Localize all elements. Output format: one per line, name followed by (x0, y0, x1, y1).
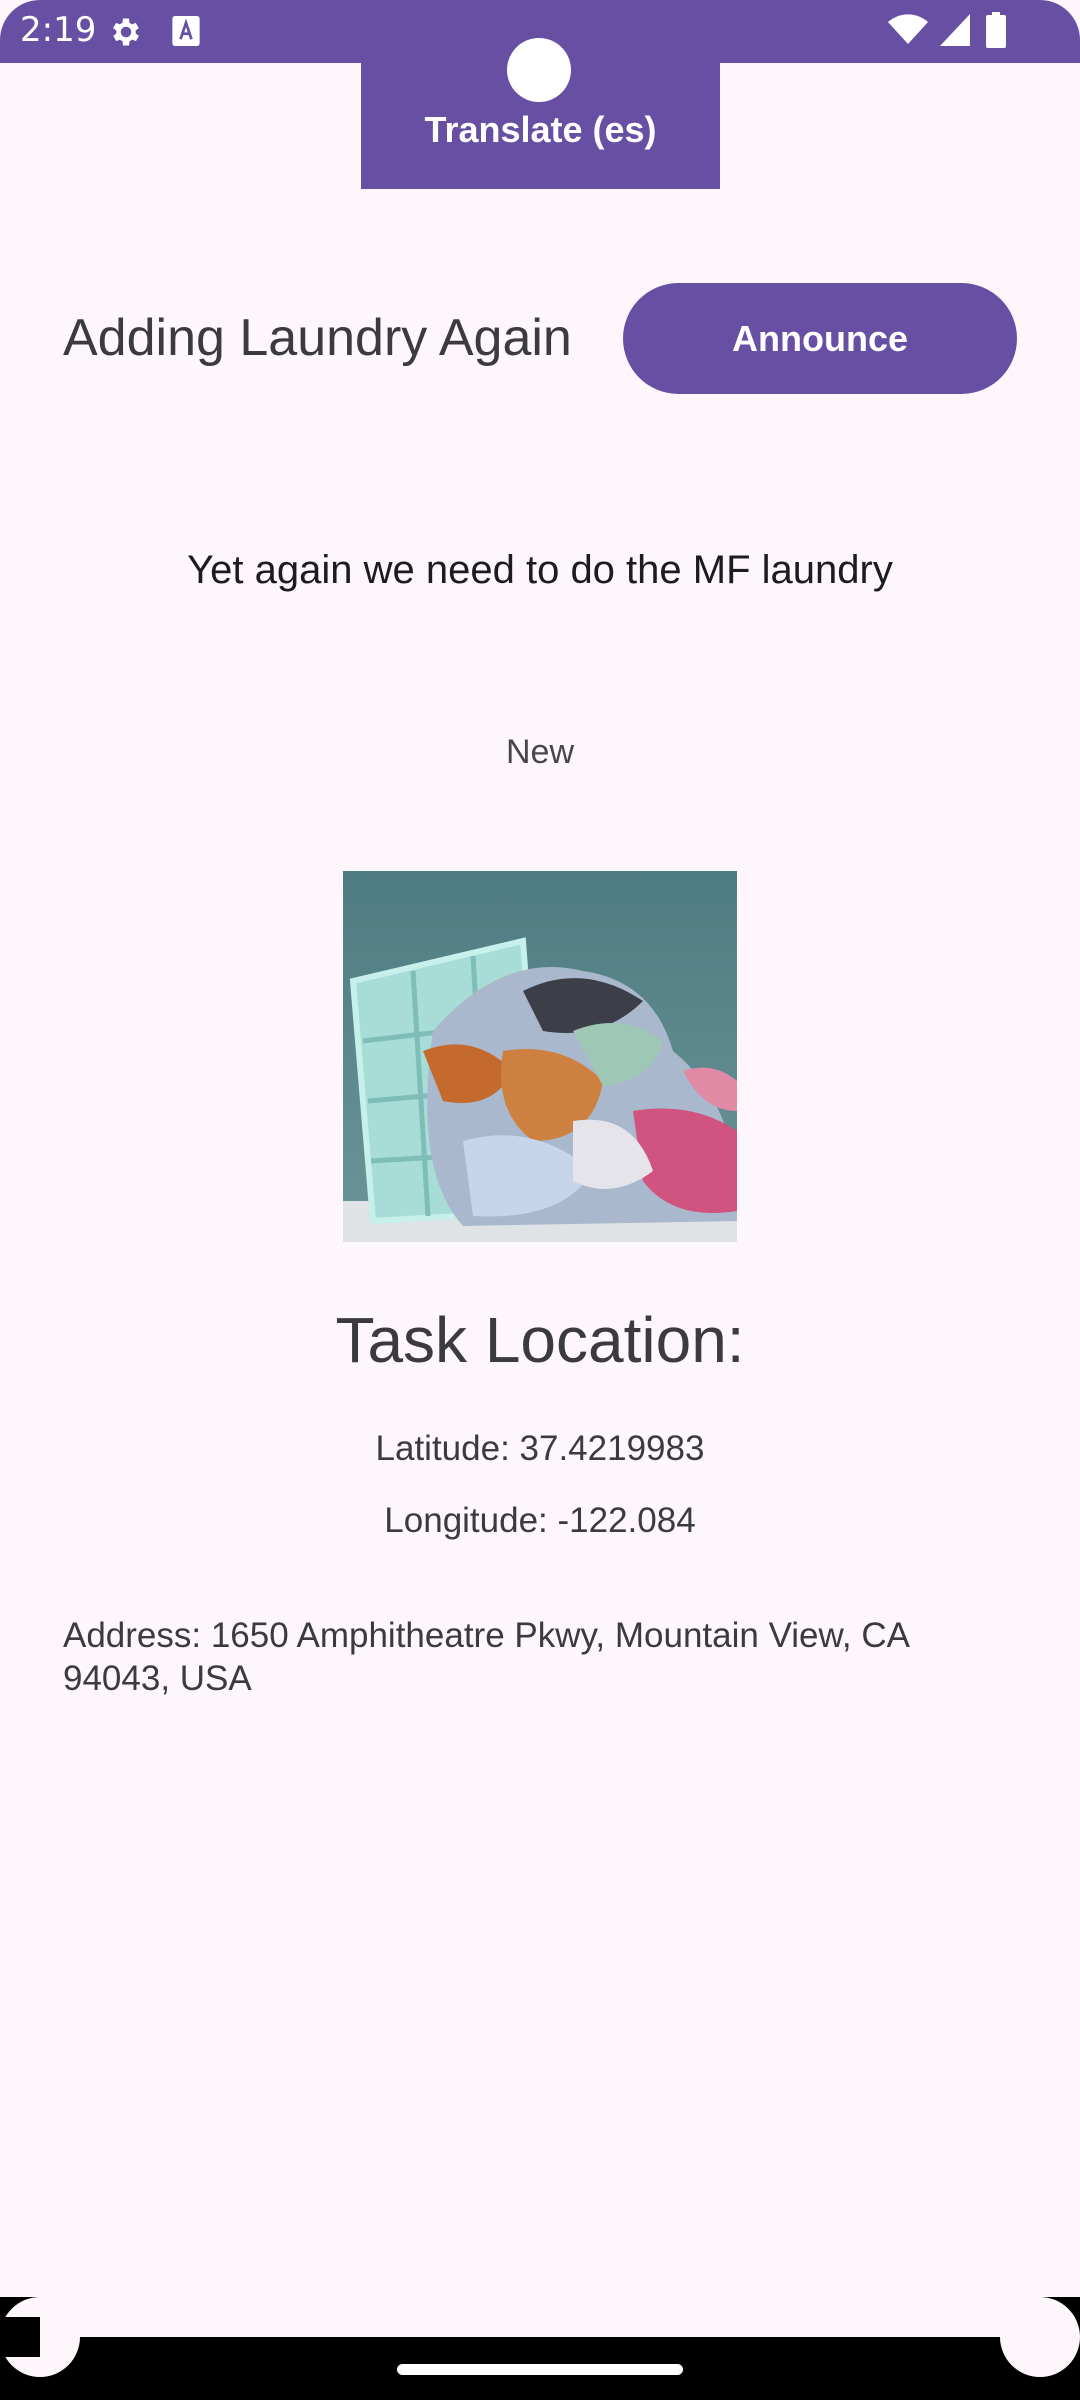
home-handle[interactable] (397, 2364, 683, 2375)
screen: 2:19 Translate (es) Adding Laundry Again… (0, 0, 1080, 2400)
latitude-text: Latitude: 37.4219983 (375, 1429, 705, 1468)
task-title: Adding Laundry Again (63, 309, 572, 367)
location-heading: Task Location: (335, 1304, 745, 1376)
camera-cutout (507, 38, 571, 102)
nav-corner-left (0, 2297, 80, 2377)
announce-button[interactable]: Announce (623, 283, 1017, 394)
gear-icon (113, 18, 139, 46)
laundry-image (343, 871, 737, 1242)
task-status: New (505, 733, 575, 771)
address-text: Address: 1650 Amphitheatre Pkwy, Mountai… (63, 1616, 909, 1698)
battery-icon (986, 12, 1006, 48)
translate-button-label: Translate (es) (424, 109, 657, 150)
wifi-icon (888, 14, 928, 44)
status-time: 2:19 (20, 10, 97, 50)
task-description: Yet again we need to do the MF laundry (187, 548, 893, 592)
a-icon (172, 16, 200, 46)
longitude-text: Longitude: -122.084 (384, 1501, 696, 1540)
signal-icon (940, 14, 970, 46)
announce-button-label: Announce (732, 317, 908, 359)
nav-corner-right (1000, 2297, 1080, 2377)
